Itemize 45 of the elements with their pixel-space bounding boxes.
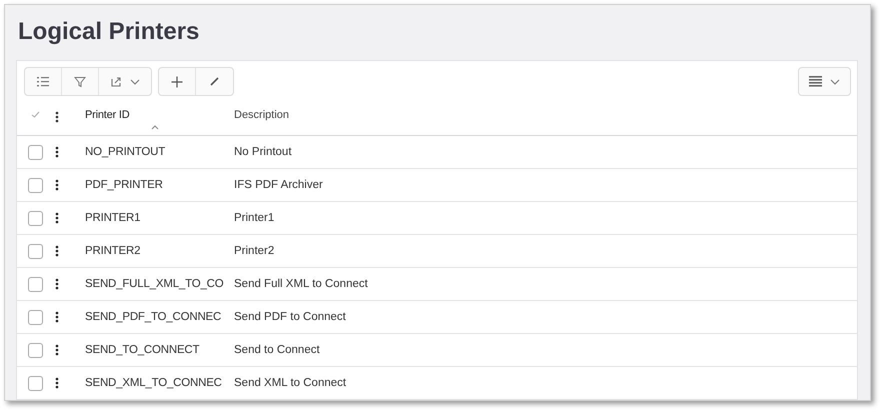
plus-icon: [171, 76, 183, 88]
row-checkbox[interactable]: [28, 244, 42, 258]
more-icon[interactable]: [55, 278, 59, 290]
list-icon: [37, 76, 49, 86]
lines-icon: [809, 76, 822, 87]
table-cell: SEND_TO_CONNECT: [85, 344, 200, 356]
table-cell: IFS PDF Archiver: [234, 179, 323, 191]
more-icon: [55, 111, 59, 123]
row-checkbox[interactable]: [28, 144, 42, 160]
table-cell: Printer1: [234, 212, 274, 224]
table-cell: NO_PRINTOUT: [85, 146, 166, 158]
column-header[interactable]: Description: [234, 109, 290, 121]
filter-icon: [74, 76, 86, 88]
caret-icon: [130, 78, 140, 84]
table-cell: Printer2: [234, 245, 274, 257]
more-icon[interactable]: [55, 311, 59, 323]
row-checkbox[interactable]: [28, 342, 42, 358]
more-icon[interactable]: [55, 212, 59, 224]
table-cell: PRINTER1: [85, 212, 140, 224]
row-checkbox[interactable]: [28, 310, 42, 324]
row-checkbox[interactable]: [28, 376, 42, 390]
table-cell: Send Full XML to Connect: [234, 278, 368, 290]
table-cell: No Printout: [234, 146, 292, 158]
table-cell: SEND_FULL_XML_TO_CO: [85, 278, 224, 290]
row-checkbox[interactable]: [28, 178, 42, 192]
table-cell: SEND_PDF_TO_CONNEC: [85, 311, 222, 323]
sort-icon: [151, 125, 159, 130]
more-icon[interactable]: [55, 344, 59, 356]
export-icon: [110, 76, 122, 87]
page-title: Logical Printers: [18, 18, 200, 46]
column-header[interactable]: Printer ID: [85, 109, 130, 121]
table-cell: PRINTER2: [85, 245, 140, 257]
table-cell: Send XML to Connect: [234, 377, 346, 389]
check-icon: [30, 111, 40, 118]
table-cell: Send PDF to Connect: [234, 311, 346, 323]
more-icon[interactable]: [55, 245, 59, 257]
more-icon[interactable]: [55, 377, 59, 389]
more-icon[interactable]: [55, 146, 59, 158]
caret-icon: [830, 78, 840, 84]
table-cell: Send to Connect: [234, 344, 320, 356]
table-cell: SEND_XML_TO_CONNEC: [85, 377, 222, 389]
more-icon[interactable]: [55, 179, 59, 191]
table-cell: PDF_PRINTER: [85, 179, 163, 191]
row-checkbox[interactable]: [28, 276, 42, 292]
row-checkbox[interactable]: [28, 210, 42, 226]
